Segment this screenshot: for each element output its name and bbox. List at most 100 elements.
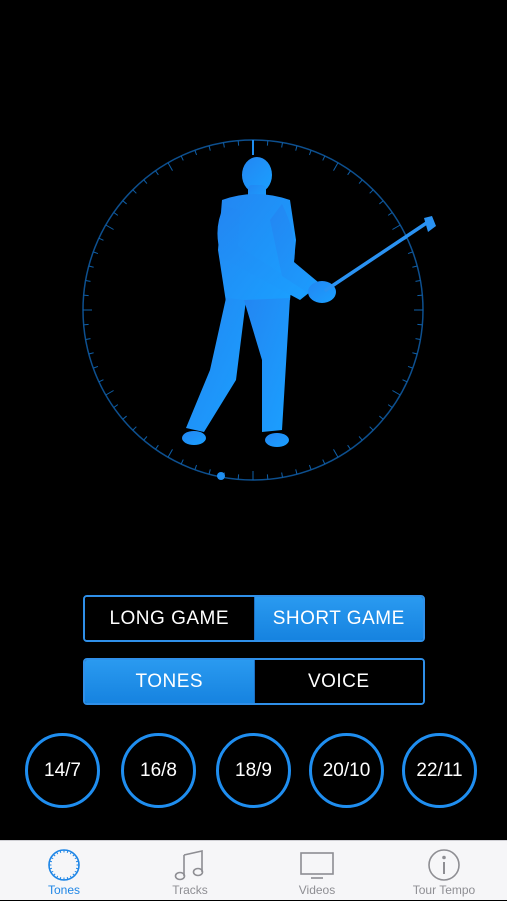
tab-dial-tick [60, 877, 61, 879]
golfer-silhouette-icon [182, 157, 336, 447]
dial-tick [334, 449, 339, 457]
dial-tick [323, 460, 325, 465]
tempo-button[interactable]: 18/9 [216, 733, 291, 808]
tab-dial-tick [67, 877, 68, 879]
dial-tick [99, 380, 104, 382]
dial-tick [114, 212, 118, 215]
dial-tick [155, 445, 158, 449]
dial-tick [370, 427, 374, 431]
dial-tick [181, 460, 183, 465]
dial-tick [86, 339, 91, 340]
dial-tick [144, 436, 147, 440]
tab-dial-tick [53, 854, 55, 856]
tempo-selector: 14/7 16/8 18/9 20/10 22/11 [25, 733, 483, 809]
dial-tick [392, 225, 400, 230]
dial-tick [296, 469, 297, 474]
dial-tick [93, 366, 98, 368]
dial-tick [379, 201, 383, 204]
dial-tick [89, 266, 94, 267]
tab-dial-tick [50, 868, 52, 869]
dial-tick [412, 266, 417, 267]
golf-club-head [424, 216, 436, 232]
dial-tick [181, 156, 183, 161]
tempo-button[interactable]: 14/7 [25, 733, 100, 808]
dial-tick [106, 225, 114, 230]
dial-tick [282, 472, 283, 477]
tab-label: Tracks [127, 883, 253, 897]
tv-icon [299, 847, 335, 883]
dial-tick [348, 171, 351, 175]
tab-dial-tick [73, 854, 75, 856]
short-game-option[interactable]: SHORT GAME [254, 597, 424, 640]
dial-tick [408, 366, 413, 368]
golf-club-shaft [326, 222, 428, 290]
tab-label: Tour Tempo [381, 883, 507, 897]
dial-tick [195, 150, 197, 155]
tones-option[interactable]: TONES [85, 660, 254, 703]
dial-tick [144, 180, 147, 184]
dial-tick [99, 238, 104, 240]
voice-option[interactable]: VOICE [254, 660, 424, 703]
tempo-button[interactable]: 22/11 [402, 733, 477, 808]
dial-tick [209, 146, 210, 151]
dial-tick [168, 449, 173, 457]
dial-tick [133, 190, 137, 194]
tab-tones[interactable]: Tones [1, 841, 127, 901]
dial-tick [388, 212, 392, 215]
dial-tick [123, 416, 127, 419]
tab-dial-tick [50, 861, 52, 862]
dial-tick [86, 280, 91, 281]
tempo-button[interactable]: 16/8 [121, 733, 196, 808]
dial-tick [155, 171, 158, 175]
tab-label: Tones [1, 883, 127, 897]
tab-tracks[interactable]: Tracks [127, 841, 253, 901]
tab-bar: Tones Tracks Videos Tour Tempo [0, 840, 507, 900]
long-game-option[interactable]: LONG GAME [85, 597, 254, 640]
dial-tick [348, 445, 351, 449]
dial-tick [195, 465, 197, 470]
music-note-icon [172, 847, 208, 883]
dial-tick [106, 391, 114, 396]
tab-dial-tick [67, 851, 68, 853]
dial-tick [93, 252, 98, 254]
dial-tick [133, 427, 137, 431]
dial-tick [296, 146, 297, 151]
tab-videos[interactable]: Videos [254, 841, 380, 901]
game-mode-toggle[interactable]: LONG GAME SHORT GAME [83, 595, 425, 642]
tab-dial-tick [60, 851, 61, 853]
dial-tick [223, 143, 224, 148]
tab-dial-tick [73, 874, 75, 876]
sound-mode-toggle[interactable]: TONES VOICE [83, 658, 425, 705]
dial-tick [282, 143, 283, 148]
dial-tick [388, 405, 392, 408]
dial-tick [359, 436, 362, 440]
tab-label: Videos [254, 883, 380, 897]
tab-dial-tick [53, 874, 55, 876]
dial-tick [89, 353, 94, 354]
info-icon [426, 847, 462, 883]
dial-tick [309, 465, 311, 470]
tempo-dial [0, 0, 507, 520]
dial-tick [370, 190, 374, 194]
dial-tick [359, 180, 362, 184]
dial-tick [415, 339, 420, 340]
dial-tick [403, 380, 408, 382]
tab-dial-tick [76, 861, 78, 862]
tempo-button[interactable]: 20/10 [309, 733, 384, 808]
dial-tick [209, 469, 210, 474]
dial-tick [334, 163, 339, 171]
swing-position-dot [217, 472, 225, 480]
tab-tour-tempo[interactable]: Tour Tempo [381, 841, 507, 901]
dial-tick [323, 156, 325, 161]
tab-dial-tick [76, 868, 78, 869]
dial-tick [392, 391, 400, 396]
dial-tick [309, 150, 311, 155]
dial-tick [408, 252, 413, 254]
tones-dial-icon [46, 847, 82, 883]
dial-tick [415, 280, 420, 281]
dial-tick [114, 405, 118, 408]
dial-tick [123, 201, 127, 204]
dial-tick [168, 163, 173, 171]
dial-tick [412, 353, 417, 354]
dial-tick [379, 416, 383, 419]
